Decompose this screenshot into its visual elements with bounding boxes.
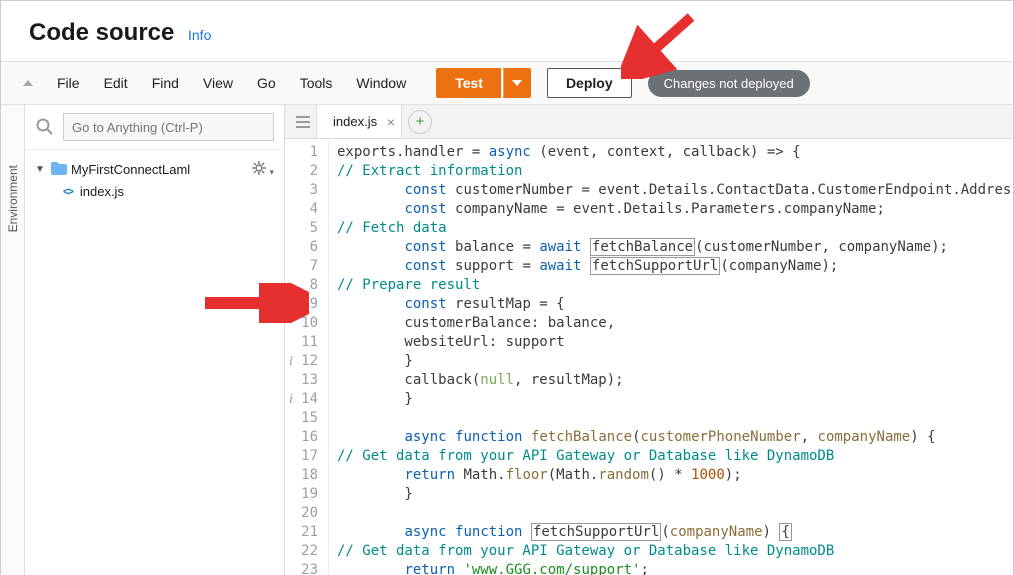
test-button[interactable]: Test	[436, 68, 501, 98]
gear-icon[interactable]: ▾	[252, 161, 274, 178]
code-line-5[interactable]: // Fetch data	[337, 219, 1013, 238]
code-line-10[interactable]: customerBalance: balance,	[337, 314, 1013, 333]
menu-bar: FileEditFindViewGoToolsWindow Test Deplo…	[1, 61, 1013, 105]
tab-bar: index.js × +	[285, 105, 1013, 139]
code-editor[interactable]: 123456789101112131415161718192021222324 …	[285, 139, 1013, 575]
code-line-12[interactable]: }	[337, 352, 1013, 371]
code-line-18[interactable]: return Math.floor(Math.random() * 1000);	[337, 466, 1013, 485]
code-line-2[interactable]: // Extract information	[337, 162, 1013, 181]
file-row[interactable]: index.js	[31, 181, 278, 202]
code-line-8[interactable]: // Prepare result	[337, 276, 1013, 295]
deploy-status-badge: Changes not deployed	[648, 70, 810, 97]
line-gutter: 123456789101112131415161718192021222324	[285, 139, 329, 575]
menu-tools[interactable]: Tools	[288, 69, 345, 97]
file-icon	[63, 186, 72, 198]
menu-view[interactable]: View	[191, 69, 245, 97]
code-line-4[interactable]: const companyName = event.Details.Parame…	[337, 200, 1013, 219]
tab-label: index.js	[333, 114, 377, 129]
page-title: Code source	[29, 19, 174, 47]
code-line-13[interactable]: callback(null, resultMap);	[337, 371, 1013, 390]
code-line-16[interactable]: async function fetchBalance(customerPhon…	[337, 428, 1013, 447]
menu-edit[interactable]: Edit	[92, 69, 140, 97]
folder-caret-icon: ▼	[35, 164, 47, 175]
code-line-20[interactable]	[337, 504, 1013, 523]
test-dropdown-button[interactable]	[503, 68, 531, 98]
file-name: index.js	[80, 184, 124, 199]
search-icon[interactable]	[35, 117, 55, 137]
menu-go[interactable]: Go	[245, 69, 288, 97]
environment-rail: Environment	[1, 105, 25, 575]
code-line-9[interactable]: const resultMap = {	[337, 295, 1013, 314]
code-line-23[interactable]: return 'www.GGG.com/support';	[337, 561, 1013, 575]
code-line-6[interactable]: const balance = await fetchBalance(custo…	[337, 238, 1013, 257]
environment-label[interactable]: Environment	[6, 165, 20, 232]
collapse-icon[interactable]	[19, 74, 37, 92]
code-line-15[interactable]	[337, 409, 1013, 428]
code-line-3[interactable]: const customerNumber = event.Details.Con…	[337, 181, 1013, 200]
close-tab-icon[interactable]: ×	[387, 114, 395, 130]
tab-index-js[interactable]: index.js ×	[317, 105, 402, 138]
code-line-17[interactable]: // Get data from your API Gateway or Dat…	[337, 447, 1013, 466]
sidebar: ▼ MyFirstConnectLaml ▾ index.js	[25, 105, 285, 575]
code-content[interactable]: exports.handler = async (event, context,…	[329, 139, 1013, 575]
folder-name: MyFirstConnectLaml	[71, 162, 190, 177]
code-line-21[interactable]: async function fetchSupportUrl(companyNa…	[337, 523, 1013, 542]
code-line-14[interactable]: }	[337, 390, 1013, 409]
search-input[interactable]	[63, 113, 274, 141]
tab-list-icon[interactable]	[289, 105, 317, 138]
add-tab-button[interactable]: +	[408, 110, 432, 134]
menu-file[interactable]: File	[45, 69, 92, 97]
code-line-19[interactable]: }	[337, 485, 1013, 504]
code-line-11[interactable]: websiteUrl: support	[337, 333, 1013, 352]
info-link[interactable]: Info	[188, 27, 211, 43]
folder-icon	[51, 162, 67, 178]
code-line-7[interactable]: const support = await fetchSupportUrl(co…	[337, 257, 1013, 276]
folder-row[interactable]: ▼ MyFirstConnectLaml ▾	[31, 158, 278, 181]
menu-find[interactable]: Find	[140, 69, 191, 97]
code-line-22[interactable]: // Get data from your API Gateway or Dat…	[337, 542, 1013, 561]
menu-window[interactable]: Window	[344, 69, 418, 97]
deploy-button[interactable]: Deploy	[547, 68, 632, 98]
code-line-1[interactable]: exports.handler = async (event, context,…	[337, 143, 1013, 162]
